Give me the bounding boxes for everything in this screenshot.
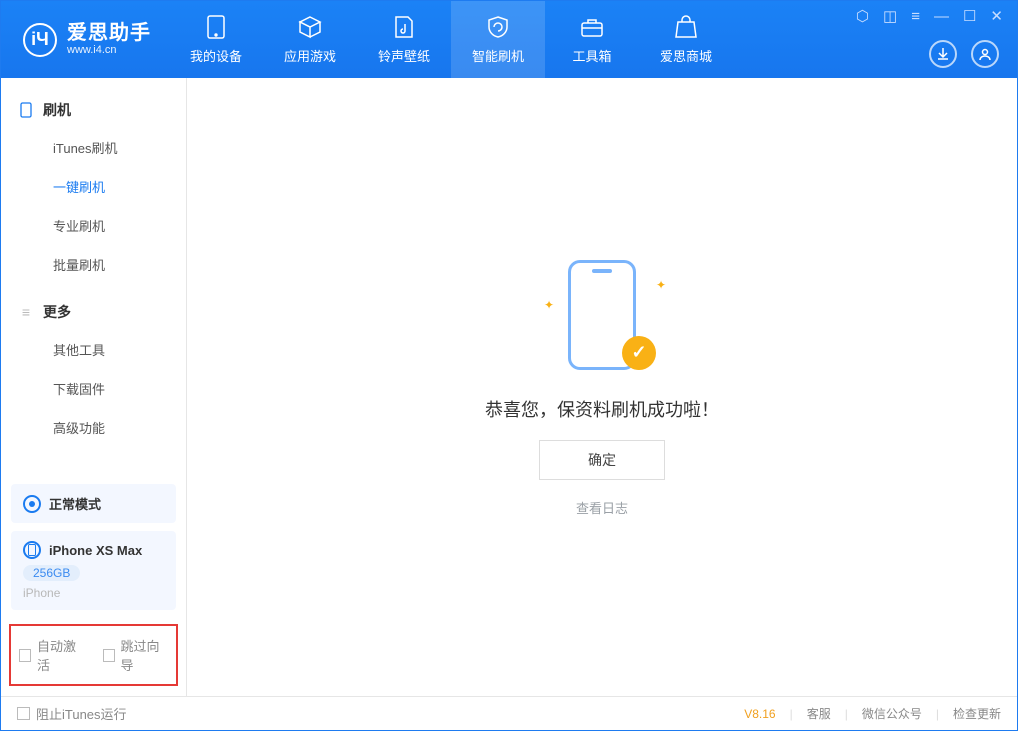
mode-icon [23, 495, 41, 513]
success-message: 恭喜您，保资料刷机成功啦！ [485, 396, 719, 422]
logo: iЧ 爱思助手 www.i4.cn [1, 22, 169, 56]
sidebar-options-highlight: 自动激活 跳过向导 [9, 624, 178, 686]
checkbox-auto-activate[interactable]: 自动激活 [19, 636, 85, 674]
window-controls: ⬡ ◫ ≡ — ☐ ✕ [856, 9, 1003, 24]
sidebar-item-other[interactable]: 其他工具 [1, 330, 186, 369]
tab-label: 爱思商城 [660, 46, 712, 65]
checkbox-label: 跳过向导 [121, 636, 168, 674]
sidebar: 刷机 iTunes刷机 一键刷机 专业刷机 批量刷机 ≡ 更多 其他工具 下载固… [1, 78, 187, 696]
mode-label: 正常模式 [49, 494, 101, 513]
footer-link-update[interactable]: 检查更新 [953, 705, 1001, 722]
main-content: ✦ ✦ ✓ 恭喜您，保资料刷机成功啦！ 确定 查看日志 [187, 78, 1017, 696]
tab-my-device[interactable]: 我的设备 [169, 1, 263, 78]
checkbox-icon [17, 707, 30, 720]
tab-flash[interactable]: 智能刷机 [451, 1, 545, 78]
maximize-icon[interactable]: ☐ [963, 9, 976, 24]
check-icon: ✓ [622, 336, 656, 370]
section-title-label: 刷机 [43, 100, 71, 120]
tab-store[interactable]: 爱思商城 [639, 1, 733, 78]
cube-icon [297, 14, 323, 40]
list-icon: ≡ [19, 305, 33, 319]
view-log-link[interactable]: 查看日志 [576, 498, 628, 517]
tab-apps[interactable]: 应用游戏 [263, 1, 357, 78]
sidebar-item-batch[interactable]: 批量刷机 [1, 245, 186, 284]
menu-icon[interactable]: ≡ [911, 9, 920, 24]
tab-label: 工具箱 [572, 46, 611, 65]
device-name: iPhone XS Max [49, 543, 142, 558]
mode-card[interactable]: 正常模式 [11, 484, 176, 523]
lock-icon[interactable]: ◫ [883, 9, 897, 24]
footer-link-wechat[interactable]: 微信公众号 [862, 705, 922, 722]
tab-label: 我的设备 [190, 46, 242, 65]
version-label: V8.16 [744, 707, 775, 721]
sidebar-item-oneclick[interactable]: 一键刷机 [1, 167, 186, 206]
header-tabs: 我的设备 应用游戏 铃声壁纸 智能刷机 工具箱 爱思商城 [169, 1, 733, 78]
device-type: iPhone [23, 586, 164, 600]
footer: 阻止iTunes运行 V8.16 | 客服 | 微信公众号 | 检查更新 [1, 696, 1017, 730]
tab-toolbox[interactable]: 工具箱 [545, 1, 639, 78]
body: 刷机 iTunes刷机 一键刷机 专业刷机 批量刷机 ≡ 更多 其他工具 下载固… [1, 78, 1017, 696]
download-button[interactable] [929, 40, 957, 68]
sidebar-item-firmware[interactable]: 下载固件 [1, 369, 186, 408]
toolbox-icon [579, 14, 605, 40]
app-title: 爱思助手 [67, 22, 151, 44]
storage-badge: 256GB [23, 565, 80, 581]
ok-button[interactable]: 确定 [539, 440, 665, 480]
section-title-label: 更多 [43, 302, 71, 322]
device-card[interactable]: iPhone XS Max 256GB iPhone [11, 531, 176, 610]
app-subtitle: www.i4.cn [67, 44, 151, 56]
spark-icon: ✦ [656, 278, 666, 292]
checkbox-skip-guide[interactable]: 跳过向导 [103, 636, 169, 674]
tab-label: 智能刷机 [472, 46, 524, 65]
user-icon [978, 47, 992, 61]
success-illustration: ✦ ✦ ✓ [542, 258, 662, 378]
sidebar-section-flash: 刷机 [1, 92, 186, 128]
phone-icon [19, 103, 33, 117]
checkbox-icon [19, 649, 31, 662]
checkbox-block-itunes[interactable]: 阻止iTunes运行 [17, 704, 127, 723]
spark-icon: ✦ [544, 298, 554, 312]
minimize-icon[interactable]: — [934, 9, 949, 24]
sidebar-item-advanced[interactable]: 高级功能 [1, 408, 186, 447]
app-window: iЧ 爱思助手 www.i4.cn 我的设备 应用游戏 铃声壁纸 智能刷机 [0, 0, 1018, 731]
checkbox-icon [103, 649, 115, 662]
checkbox-label: 自动激活 [37, 636, 84, 674]
logo-icon: iЧ [23, 23, 57, 57]
device-icon [23, 541, 41, 559]
tab-label: 应用游戏 [284, 46, 336, 65]
device-icon [203, 14, 229, 40]
bag-icon [673, 14, 699, 40]
header: iЧ 爱思助手 www.i4.cn 我的设备 应用游戏 铃声壁纸 智能刷机 [1, 1, 1017, 78]
close-icon[interactable]: ✕ [990, 9, 1003, 24]
user-button[interactable] [971, 40, 999, 68]
sidebar-section-more: ≡ 更多 [1, 294, 186, 330]
tab-label: 铃声壁纸 [378, 46, 430, 65]
footer-link-support[interactable]: 客服 [807, 705, 831, 722]
tab-wallpaper[interactable]: 铃声壁纸 [357, 1, 451, 78]
music-file-icon [391, 14, 417, 40]
sidebar-item-itunes[interactable]: iTunes刷机 [1, 128, 186, 167]
tshirt-icon[interactable]: ⬡ [856, 9, 869, 24]
shield-refresh-icon [485, 14, 511, 40]
checkbox-label: 阻止iTunes运行 [36, 704, 127, 723]
sidebar-item-pro[interactable]: 专业刷机 [1, 206, 186, 245]
download-icon [936, 47, 950, 61]
